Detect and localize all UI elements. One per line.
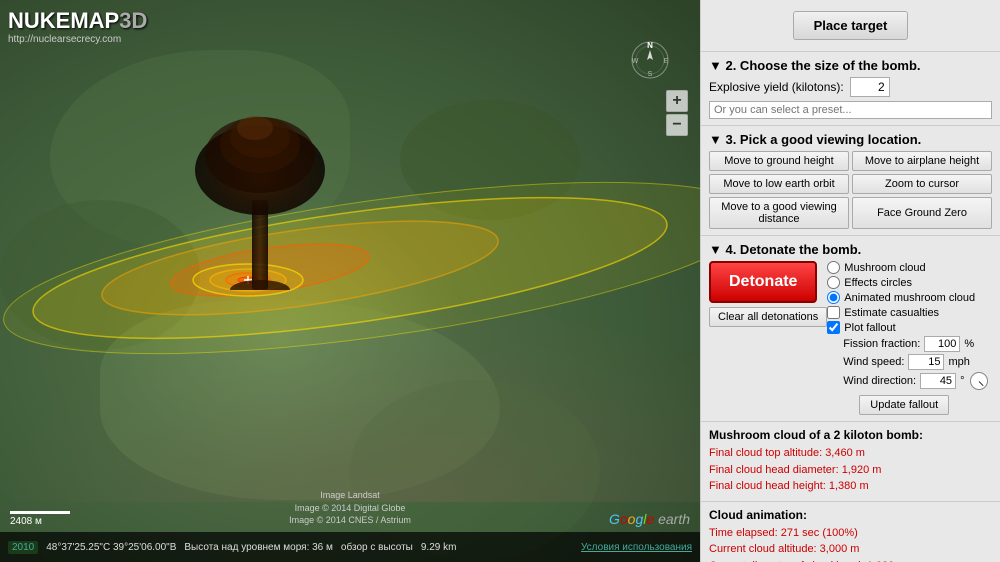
section-detonate: ▼ 4. Detonate the bomb. Detonate Clear a… <box>701 236 1000 422</box>
detonate-options: Mushroom cloud Effects circles Animated … <box>827 261 992 415</box>
mushroom-line2: Final cloud head diameter: 1,920 m <box>709 462 992 479</box>
distance-display: 9.29 km <box>421 542 457 553</box>
airplane-height-btn[interactable]: Move to airplane height <box>852 151 992 171</box>
effects-circles-label: Effects circles <box>844 277 912 289</box>
wind-speed-unit: mph <box>948 356 969 368</box>
viewing-distance-btn[interactable]: Move to a good viewing distance <box>709 197 849 229</box>
year-badge: 2010 <box>8 541 38 554</box>
yield-input[interactable] <box>850 77 890 97</box>
animation-line1: Time elapsed: 271 sec (100%) <box>709 525 992 542</box>
casualties-option: Estimate casualties <box>827 306 992 319</box>
terms-link[interactable]: Условия использования <box>581 542 692 553</box>
view-display: обзор с высоты <box>341 542 413 553</box>
animation-info-title: Cloud animation: <box>709 508 992 522</box>
scale-value: 2408 м <box>10 516 70 527</box>
fission-label: Fission fraction: <box>843 338 920 350</box>
wind-speed-row: Wind speed: mph <box>843 354 992 370</box>
wind-direction-label: Wind direction: <box>843 375 916 387</box>
logo: NUKEMAP3D http://nuclearsecrecy.com <box>8 8 147 46</box>
fission-row: Fission fraction: % <box>843 336 992 352</box>
mushroom-info-title: Mushroom cloud of a 2 kiloton bomb: <box>709 428 992 442</box>
ground-height-btn[interactable]: Move to ground height <box>709 151 849 171</box>
image-credits: Image Landsat Image © 2014 Digital Globe… <box>289 489 411 527</box>
wind-speed-input[interactable] <box>908 354 944 370</box>
yield-label: Explosive yield (kilotons): <box>709 80 844 94</box>
compass: N S W E <box>630 40 670 80</box>
google-earth-logo: Google earth <box>609 511 690 527</box>
logo-title: NUKEMAP3D <box>8 8 147 34</box>
animated-option: Animated mushroom cloud <box>827 291 992 304</box>
animation-info-section: Cloud animation: Time elapsed: 271 sec (… <box>701 502 1000 562</box>
update-fallout-button[interactable]: Update fallout <box>859 395 949 415</box>
mushroom-line3: Final cloud head height: 1,380 m <box>709 478 992 495</box>
zoom-cursor-btn[interactable]: Zoom to cursor <box>852 174 992 194</box>
mushroom-line1: Final cloud top altitude: 3,460 m <box>709 445 992 462</box>
right-panel: Place target ▼ 2. Choose the size of the… <box>700 0 1000 562</box>
scale-bar: 2408 м <box>10 511 70 527</box>
mushroom-cloud-radio[interactable] <box>827 261 840 274</box>
animated-mushroom-radio[interactable] <box>827 291 840 304</box>
place-target-button[interactable]: Place target <box>793 11 909 40</box>
face-ground-zero-btn[interactable]: Face Ground Zero <box>852 197 992 229</box>
animated-label: Animated mushroom cloud <box>844 292 975 304</box>
fallout-label: Plot fallout <box>844 322 895 334</box>
fallout-option: Plot fallout <box>827 321 992 334</box>
animation-line2: Current cloud altitude: 3,000 m <box>709 541 992 558</box>
view-buttons-grid: Move to ground height Move to airplane h… <box>709 151 992 229</box>
casualties-checkbox[interactable] <box>827 306 840 319</box>
fallout-checkbox[interactable] <box>827 321 840 334</box>
section4-title: ▼ 4. Detonate the bomb. <box>709 242 992 257</box>
wind-direction-unit: ° <box>960 375 964 387</box>
wind-direction-input[interactable] <box>920 373 956 389</box>
effects-circles-option: Effects circles <box>827 276 992 289</box>
logo-url: http://nuclearsecrecy.com <box>8 34 147 46</box>
wind-speed-label: Wind speed: <box>843 356 904 368</box>
svg-text:N: N <box>647 41 653 50</box>
animation-line3: Current diameter of cloud head: 1,920 m <box>709 558 992 562</box>
altitude-display: Высота над уровнем моря: 36 м <box>184 542 333 553</box>
section3-title: ▼ 3. Pick a good viewing location. <box>709 132 992 147</box>
section2-title: ▼ 2. Choose the size of the bomb. <box>709 58 992 73</box>
effects-circles-radio[interactable] <box>827 276 840 289</box>
low-earth-btn[interactable]: Move to low earth orbit <box>709 174 849 194</box>
place-target-section: Place target <box>701 0 1000 52</box>
section-bomb-size: ▼ 2. Choose the size of the bomb. Explos… <box>701 52 1000 126</box>
svg-text:E: E <box>664 58 669 65</box>
zoom-controls[interactable]: + − <box>666 90 688 136</box>
detonate-row: Detonate Clear all detonations Mushroom … <box>709 261 992 415</box>
casualties-label: Estimate casualties <box>844 307 939 319</box>
mushroom-cloud-option: Mushroom cloud <box>827 261 992 274</box>
fission-input[interactable] <box>924 336 960 352</box>
zoom-in-btn[interactable]: + <box>666 90 688 112</box>
section-viewing-location: ▼ 3. Pick a good viewing location. Move … <box>701 126 1000 236</box>
fallout-suboptions: Fission fraction: % Wind speed: mph Wind… <box>827 336 992 415</box>
yield-row: Explosive yield (kilotons): <box>709 77 992 97</box>
preset-input[interactable] <box>709 101 992 119</box>
wind-direction-row: Wind direction: ° <box>843 372 992 390</box>
clear-detonations-button[interactable]: Clear all detonations <box>709 307 827 327</box>
wind-direction-dial[interactable] <box>970 372 988 390</box>
mushroom-info-section: Mushroom cloud of a 2 kiloton bomb: Fina… <box>701 422 1000 502</box>
zoom-out-btn[interactable]: − <box>666 114 688 136</box>
fission-unit: % <box>964 338 974 350</box>
mushroom-cloud-label: Mushroom cloud <box>844 262 925 274</box>
coords-display: 48°37'25.25"С 39°25'06.00"В <box>46 542 176 553</box>
svg-text:W: W <box>632 58 639 65</box>
map-area[interactable]: NUKEMAP3D http://nuclearsecrecy.com N S … <box>0 0 700 562</box>
detonate-button[interactable]: Detonate <box>709 261 817 303</box>
status-bar: 2010 48°37'25.25"С 39°25'06.00"В Высота … <box>0 532 700 562</box>
svg-text:S: S <box>648 71 653 78</box>
